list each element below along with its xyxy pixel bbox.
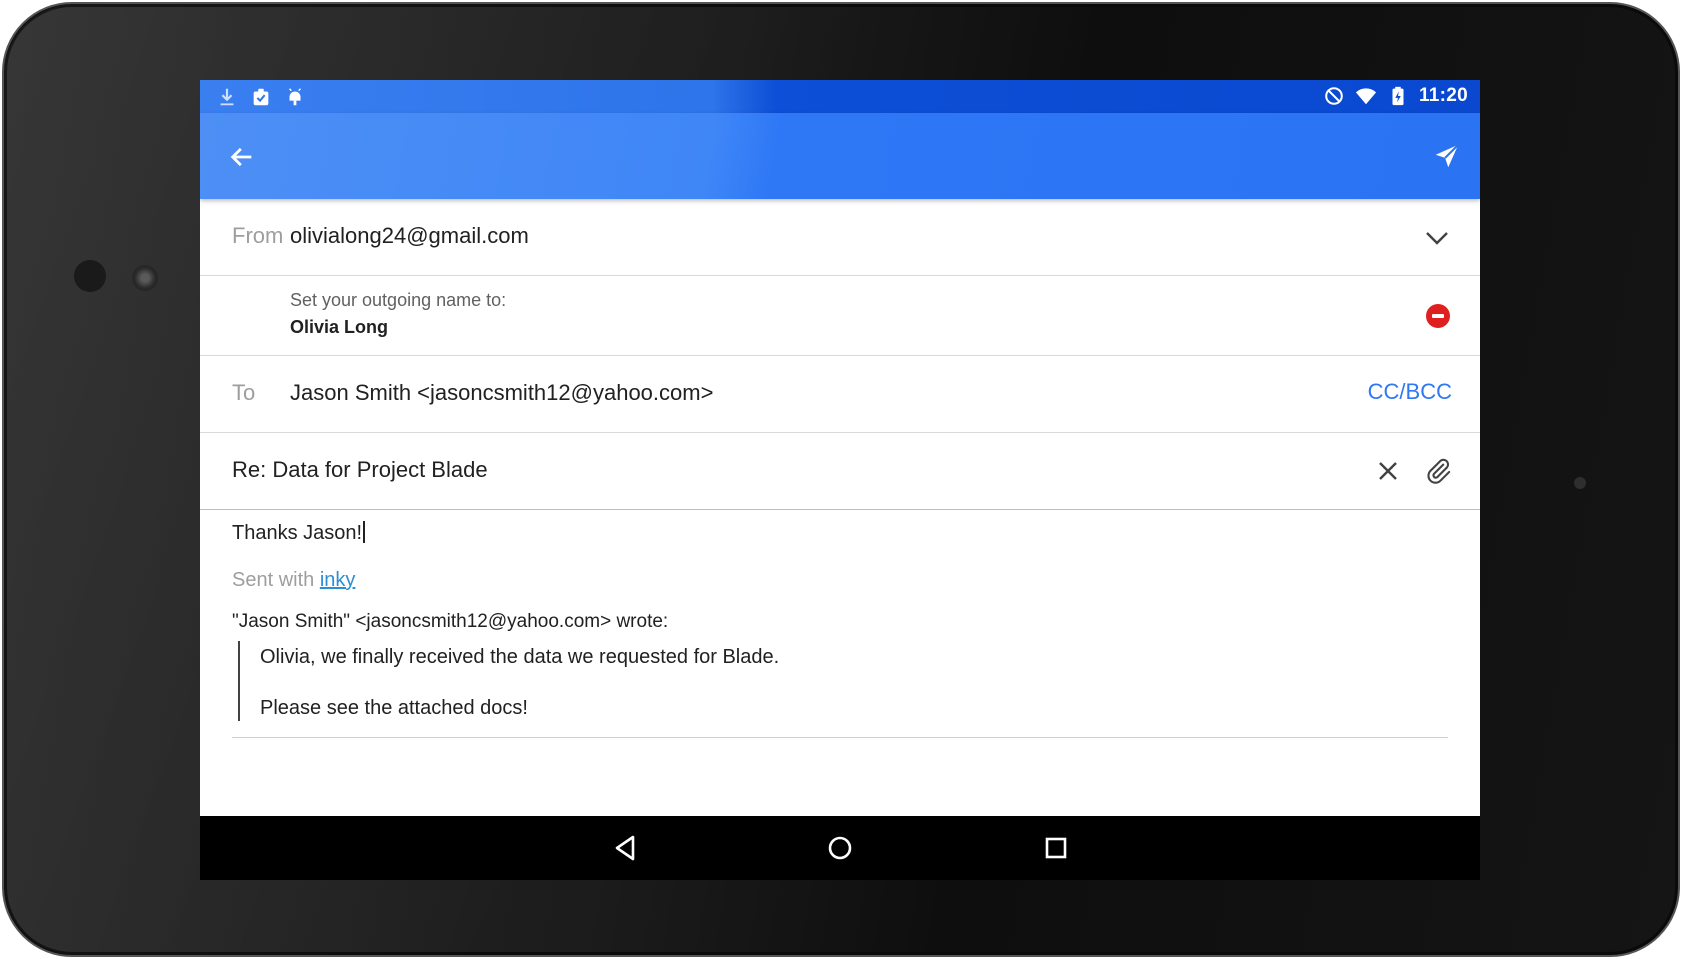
signature: Sent with inky: [232, 569, 355, 592]
chevron-down-icon[interactable]: [1424, 229, 1450, 247]
navigation-bar: [200, 816, 1480, 880]
quote-line: Olivia, we finally received the data we …: [260, 646, 780, 668]
to-recipient[interactable]: Jason Smith <jasoncsmith12@yahoo.com>: [290, 380, 713, 406]
wifi-icon: [1355, 88, 1377, 105]
outgoing-name-prompt: Set your outgoing name to:: [290, 290, 507, 310]
app-bar: [200, 113, 1480, 199]
from-row[interactable]: From olivialong24@gmail.com: [200, 199, 1480, 276]
subject-field[interactable]: Re: Data for Project Blade: [232, 457, 488, 483]
status-bar: 11:20: [200, 80, 1480, 113]
text-caret: [363, 521, 366, 543]
subject-row[interactable]: Re: Data for Project Blade: [200, 433, 1480, 510]
signature-prefix: Sent with: [232, 569, 315, 591]
body-text-content: Thanks Jason!: [232, 522, 363, 544]
to-row[interactable]: To Jason Smith <jasoncsmith12@yahoo.com>…: [200, 356, 1480, 433]
home-circle-icon[interactable]: [824, 832, 856, 864]
body-text[interactable]: Thanks Jason!: [232, 521, 366, 545]
outgoing-name-row: Set your outgoing name to: Olivia Long: [200, 276, 1480, 356]
from-label: From: [232, 223, 284, 248]
divider: [232, 737, 1448, 738]
to-label: To: [232, 380, 256, 405]
cc-bcc-button[interactable]: CC/BCC: [1368, 379, 1452, 405]
light-sensor: [74, 260, 106, 292]
message-body[interactable]: Thanks Jason! Sent with inky "Jason Smit…: [200, 510, 1480, 820]
signature-link[interactable]: inky: [320, 569, 356, 591]
proximity-dot: [1574, 477, 1586, 489]
outgoing-name-value[interactable]: Olivia Long: [290, 317, 388, 338]
close-icon[interactable]: [1376, 459, 1400, 483]
front-camera: [132, 265, 158, 291]
recents-square-icon[interactable]: [1040, 832, 1072, 864]
do-not-disturb-icon: [1325, 87, 1343, 105]
system-icons: 11:20: [1323, 85, 1468, 107]
notification-icons: [216, 86, 306, 108]
paperclip-icon[interactable]: [1424, 457, 1452, 485]
android-icon: [289, 88, 301, 106]
quote-line: Please see the attached docs!: [260, 697, 528, 719]
screen: 11:20 From olivialong24@gmail.com Set yo…: [200, 80, 1480, 880]
quoted-message: Olivia, we finally received the data we …: [238, 641, 1458, 721]
quote-header: "Jason Smith" <jasoncsmith12@yahoo.com> …: [232, 611, 669, 632]
back-triangle-icon[interactable]: [609, 832, 641, 864]
battery-charging-icon: [1392, 86, 1404, 106]
arrow-left-icon[interactable]: [228, 143, 256, 171]
from-account[interactable]: olivialong24@gmail.com: [290, 223, 529, 249]
clipboard-check-icon: [253, 88, 269, 106]
status-time: 11:20: [1418, 85, 1468, 106]
send-icon[interactable]: [1432, 141, 1462, 171]
download-icon: [220, 88, 234, 106]
remove-icon[interactable]: [1426, 304, 1450, 328]
